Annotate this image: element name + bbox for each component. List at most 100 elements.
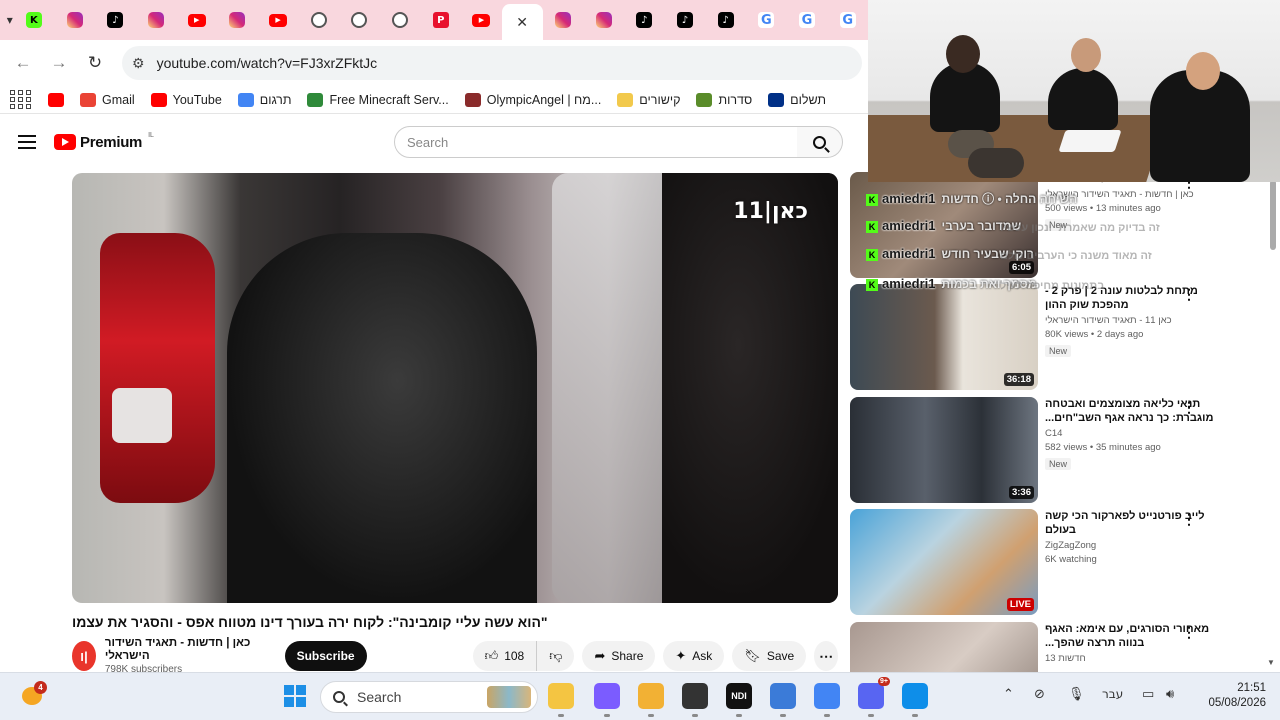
- recommendation-title[interactable]: לייב פורטנייט לפארקור הכי קשה בעולם: [1045, 509, 1235, 537]
- more-actions-icon[interactable]: ⋯: [814, 641, 839, 671]
- back-arrow-icon[interactable]: ←: [6, 46, 40, 80]
- display-icon[interactable]: ▭: [1142, 687, 1154, 702]
- tab-search-dropdown-icon[interactable]: ▾: [6, 6, 14, 34]
- bookmark-item[interactable]: Free Minecraft Serv...: [307, 92, 449, 107]
- bookmark-icon: 🔖︎: [744, 648, 761, 664]
- search-input[interactable]: Search: [394, 126, 798, 158]
- close-icon[interactable]: ✕: [516, 14, 528, 31]
- recommendation-thumbnail[interactable]: 36:18: [850, 284, 1038, 390]
- like-button[interactable]: 👍︎ 108: [472, 641, 538, 671]
- browser-tab[interactable]: P: [420, 0, 461, 40]
- browser-tab[interactable]: K: [14, 0, 55, 40]
- address-bar[interactable]: ⚙ youtube.com/watch?v=FJ3xrZFktJc: [122, 46, 862, 80]
- more-options-icon[interactable]: ⋮: [1182, 286, 1196, 303]
- obs-icon[interactable]: [682, 683, 708, 709]
- scrollbar-thumb[interactable]: [1270, 180, 1276, 250]
- recommendation-item[interactable]: 3:36 תנאי כליאה מצומצמים ואבטחה מוגברת: כ…: [850, 397, 1268, 503]
- browser-tab[interactable]: ▶: [258, 0, 299, 40]
- tray-overflow-icon[interactable]: ⌃: [1003, 687, 1014, 702]
- bookmark-item[interactable]: תרגום: [237, 92, 291, 107]
- recommendation-item[interactable]: LIVE לייב פורטנייט לפארקור הכי קשה בעולם Z…: [850, 509, 1268, 615]
- recommendation-item[interactable]: 36:18 מתחת לבלטות עונה 2 | פרק 2 - מהפכת …: [850, 284, 1268, 390]
- scroll-down-arrow-icon[interactable]: ▼: [1267, 658, 1275, 667]
- channel-name[interactable]: כאן | חדשות - תאגיד השידור הישראלי: [105, 637, 259, 663]
- language-indicator[interactable]: עבר: [1102, 687, 1123, 701]
- bookmark-item[interactable]: OlympicAngel | מח...: [464, 92, 601, 107]
- save-button[interactable]: 🔖︎ Save: [732, 641, 807, 671]
- video-player[interactable]: כאן|11: [72, 173, 838, 603]
- discord-icon[interactable]: 9+: [858, 677, 890, 709]
- ndi-icon[interactable]: NDI: [726, 683, 752, 709]
- notepad-icon[interactable]: [770, 683, 796, 709]
- file-explorer-icon[interactable]: [548, 683, 574, 709]
- reload-icon[interactable]: ↻: [78, 46, 112, 80]
- browser-tab[interactable]: [583, 0, 624, 40]
- microphone-icon[interactable]: 🎙︎: [1068, 687, 1085, 702]
- browser-tab[interactable]: [136, 0, 177, 40]
- system-clock[interactable]: 21:51 05/08/2026: [1200, 681, 1266, 711]
- recommendation-thumbnail[interactable]: [850, 622, 1038, 672]
- browser-tab[interactable]: ♪: [95, 0, 136, 40]
- browser-tab[interactable]: G: [787, 0, 828, 40]
- bookmark-item[interactable]: YouTube: [150, 92, 222, 107]
- copilot-icon[interactable]: [594, 683, 620, 709]
- browser-tab[interactable]: G: [746, 0, 787, 40]
- browser-tab[interactable]: ▶: [176, 0, 217, 40]
- duration-badge: 6:05: [1008, 261, 1034, 274]
- browser-tab[interactable]: [298, 0, 339, 40]
- browser-tab[interactable]: ▶: [461, 0, 502, 40]
- recommendation-channel[interactable]: ZigZagZong: [1045, 540, 1235, 551]
- chrome-icon[interactable]: [814, 683, 840, 709]
- recommendation-channel[interactable]: כאן 11 - תאגיד השידור הישראלי: [1045, 315, 1235, 326]
- search-button[interactable]: [797, 126, 843, 158]
- youtube-icon: ▶: [269, 13, 288, 27]
- bookmark-item[interactable]: Gmail: [80, 92, 135, 107]
- recommendation-channel[interactable]: C14: [1045, 428, 1235, 439]
- bookmark-favicon-icon: [617, 92, 634, 107]
- menu-icon[interactable]: [18, 135, 36, 149]
- bookmark-item[interactable]: קישורים: [617, 92, 680, 107]
- folder-icon[interactable]: [638, 683, 664, 709]
- dislike-button[interactable]: 👎︎: [537, 641, 575, 671]
- share-button[interactable]: ➦ Share: [582, 641, 656, 671]
- recommendation-item[interactable]: מאחורי הסורגים, עם אימא: האגף בנווה תרצה…: [850, 622, 1268, 672]
- teamviewer-icon[interactable]: [902, 683, 928, 709]
- browser-tab[interactable]: G: [827, 0, 868, 40]
- windows-start-icon[interactable]: [284, 685, 306, 707]
- browser-tab[interactable]: ♪: [705, 0, 746, 40]
- youtube-premium-logo[interactable]: Premium IL: [54, 132, 154, 151]
- more-options-icon[interactable]: ⋮: [1182, 399, 1196, 416]
- browser-tab[interactable]: [543, 0, 584, 40]
- browser-tab[interactable]: [339, 0, 380, 40]
- channel-info: כאן | חדשות - תאגיד השידור הישראלי 798K …: [105, 637, 259, 676]
- ask-button[interactable]: ✦ Ask: [663, 641, 725, 671]
- bookmark-item[interactable]: סדרות: [696, 92, 752, 107]
- apps-grid-icon[interactable]: [10, 89, 31, 110]
- forward-arrow-icon[interactable]: →: [42, 46, 76, 80]
- weather-widget[interactable]: 4: [20, 681, 48, 709]
- recommendation-thumbnail[interactable]: 3:36: [850, 397, 1038, 503]
- browser-tab[interactable]: [380, 0, 421, 40]
- browser-tab[interactable]: [54, 0, 95, 40]
- recommendation-title[interactable]: תנאי כליאה מצומצמים ואבטחה מוגברת: כך נר…: [1045, 397, 1235, 425]
- taskbar-search-input[interactable]: Search: [320, 681, 538, 713]
- browser-tab[interactable]: ♪: [624, 0, 665, 40]
- network-off-icon[interactable]: ⊘: [1034, 687, 1045, 702]
- browser-tab[interactable]: [217, 0, 258, 40]
- site-info-icon[interactable]: ⚙: [132, 55, 145, 72]
- recommendation-title[interactable]: מאחורי הסורגים, עם אימא: האגף בנווה תרצה…: [1045, 622, 1235, 650]
- url-text[interactable]: youtube.com/watch?v=FJ3xrZFktJc: [157, 55, 378, 71]
- running-indicator: [912, 714, 918, 717]
- channel-avatar[interactable]: ו|: [72, 641, 96, 671]
- volume-icon[interactable]: 🔊︎: [1166, 687, 1174, 702]
- recommendation-channel[interactable]: חדשות 13: [1045, 653, 1235, 664]
- browser-tab[interactable]: ✕: [501, 4, 543, 40]
- bookmark-item[interactable]: תשלום: [768, 92, 826, 107]
- video-frame-figure: [227, 233, 537, 603]
- subscribe-button[interactable]: Subscribe: [284, 641, 367, 671]
- recommendation-thumbnail[interactable]: LIVE: [850, 509, 1038, 615]
- more-options-icon[interactable]: ⋮: [1182, 511, 1196, 528]
- bookmark-item[interactable]: [48, 92, 64, 107]
- browser-tab[interactable]: ♪: [665, 0, 706, 40]
- more-options-icon[interactable]: ⋮: [1182, 624, 1196, 641]
